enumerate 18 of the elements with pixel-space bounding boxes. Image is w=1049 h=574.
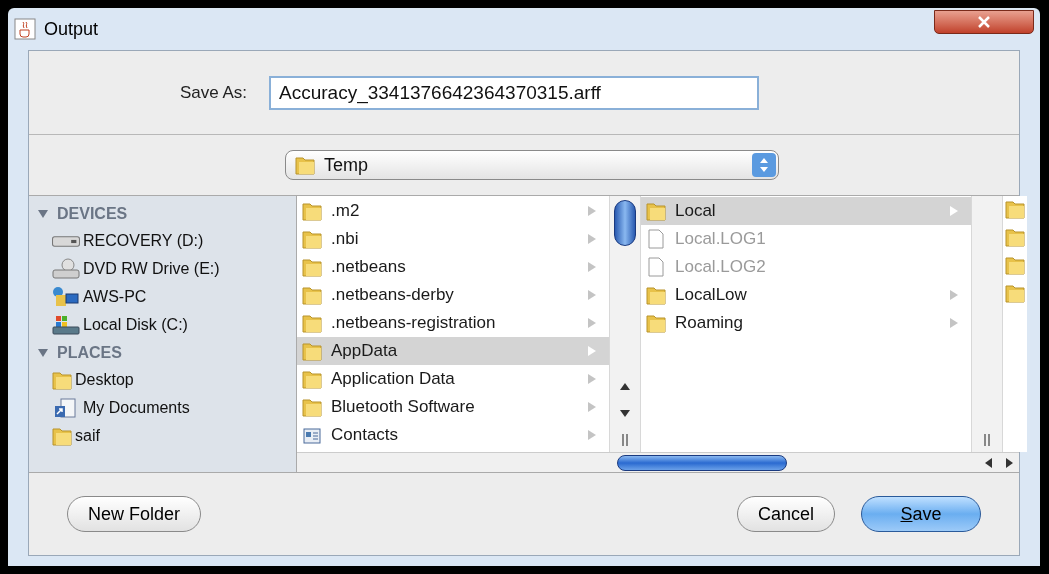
sidebar-item[interactable]: DVD RW Drive (E:) (37, 255, 296, 283)
sidebar-item[interactable]: Desktop (37, 366, 296, 394)
sidebar-item[interactable]: RECOVERY (D:) (37, 227, 296, 255)
file-list-item[interactable]: Local (641, 197, 971, 225)
file-list-item[interactable]: AppData (297, 337, 609, 365)
save-as-label: Save As: (178, 81, 248, 104)
sidebar-item[interactable]: My Documents (37, 394, 296, 422)
file-name-field[interactable]: Accuracy_3341376642364370315.arff (269, 75, 759, 110)
location-dropdown[interactable]: Temp (285, 150, 779, 180)
sidebar-section-title: DEVICES (57, 203, 128, 224)
sidebar-section-title: PLACES (57, 342, 122, 363)
sidebar-item[interactable]: Local Disk (C:) (37, 311, 296, 339)
sidebar-item[interactable]: AWS-PC (37, 283, 296, 311)
dialog-button[interactable]: New Folder (67, 496, 202, 532)
sidebar-item[interactable]: saif (37, 422, 296, 450)
dialog-button[interactable]: Cancel (736, 496, 835, 532)
window-title: Output (44, 17, 99, 41)
save-button[interactable]: Save (861, 496, 981, 532)
